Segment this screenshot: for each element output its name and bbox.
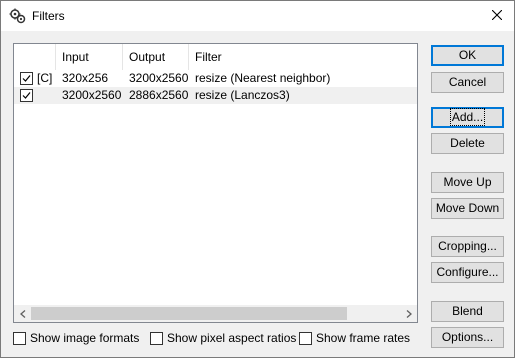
column-header-output[interactable]: Output xyxy=(123,44,189,70)
ok-button[interactable]: OK xyxy=(431,45,504,66)
checkbox-box[interactable] xyxy=(13,331,26,345)
checkbox-label: Show frame rates xyxy=(316,331,411,345)
show-image-formats-checkbox[interactable]: Show image formats xyxy=(13,331,139,345)
cropping-button[interactable]: Cropping... xyxy=(431,236,504,257)
cancel-button[interactable]: Cancel xyxy=(431,72,504,93)
scrollbar-thumb[interactable] xyxy=(31,307,347,320)
move-down-button[interactable]: Move Down xyxy=(431,198,504,219)
row-filter: resize (Nearest neighbor) xyxy=(195,71,331,85)
checkbox-box[interactable] xyxy=(150,331,163,345)
checkbox-label: Show image formats xyxy=(30,331,140,345)
show-pixel-aspect-checkbox[interactable]: Show pixel aspect ratios xyxy=(150,331,296,345)
row-filter: resize (Lanczos3) xyxy=(195,88,290,102)
filter-list[interactable]: Input Output Filter [C] 320x256 3200x256… xyxy=(13,43,418,323)
filter-gears-icon xyxy=(9,8,27,24)
row-enabled-checkbox[interactable] xyxy=(20,89,33,102)
column-header-check[interactable] xyxy=(14,44,56,70)
close-icon xyxy=(491,9,503,23)
blend-button[interactable]: Blend xyxy=(431,301,504,322)
row-flag: [C] xyxy=(37,71,53,85)
row-enabled-checkbox[interactable] xyxy=(20,72,33,85)
show-frame-rates-checkbox[interactable]: Show frame rates xyxy=(299,331,410,345)
scroll-left-icon[interactable] xyxy=(14,305,31,322)
table-row[interactable]: 3200x2560 2886x2560 resize (Lanczos3) xyxy=(14,87,417,104)
add-button[interactable]: Add... xyxy=(431,107,504,128)
options-button[interactable]: Options... xyxy=(431,327,504,348)
filters-dialog: Filters Input Output Filter [C] 320x256 … xyxy=(0,0,515,358)
window-title: Filters xyxy=(32,9,65,23)
close-button[interactable] xyxy=(480,1,514,31)
row-output: 3200x2560 xyxy=(129,71,189,85)
row-output: 2886x2560 xyxy=(129,88,189,102)
table-row[interactable]: [C] 320x256 3200x2560 resize (Nearest ne… xyxy=(14,70,417,87)
title-bar[interactable]: Filters xyxy=(1,1,514,31)
row-input: 3200x2560 xyxy=(62,88,122,102)
move-up-button[interactable]: Move Up xyxy=(431,172,504,193)
column-header-input[interactable]: Input xyxy=(56,44,123,70)
column-header-filter[interactable]: Filter xyxy=(189,44,417,70)
row-input: 320x256 xyxy=(62,71,109,85)
delete-button[interactable]: Delete xyxy=(431,133,504,154)
list-header: Input Output Filter xyxy=(14,44,417,70)
checkbox-box[interactable] xyxy=(299,331,312,345)
configure-button[interactable]: Configure... xyxy=(431,262,504,283)
add-button-label: Add... xyxy=(449,108,486,126)
scroll-right-icon[interactable] xyxy=(400,305,417,322)
horizontal-scrollbar[interactable] xyxy=(14,305,417,322)
checkbox-label: Show pixel aspect ratios xyxy=(167,331,297,345)
